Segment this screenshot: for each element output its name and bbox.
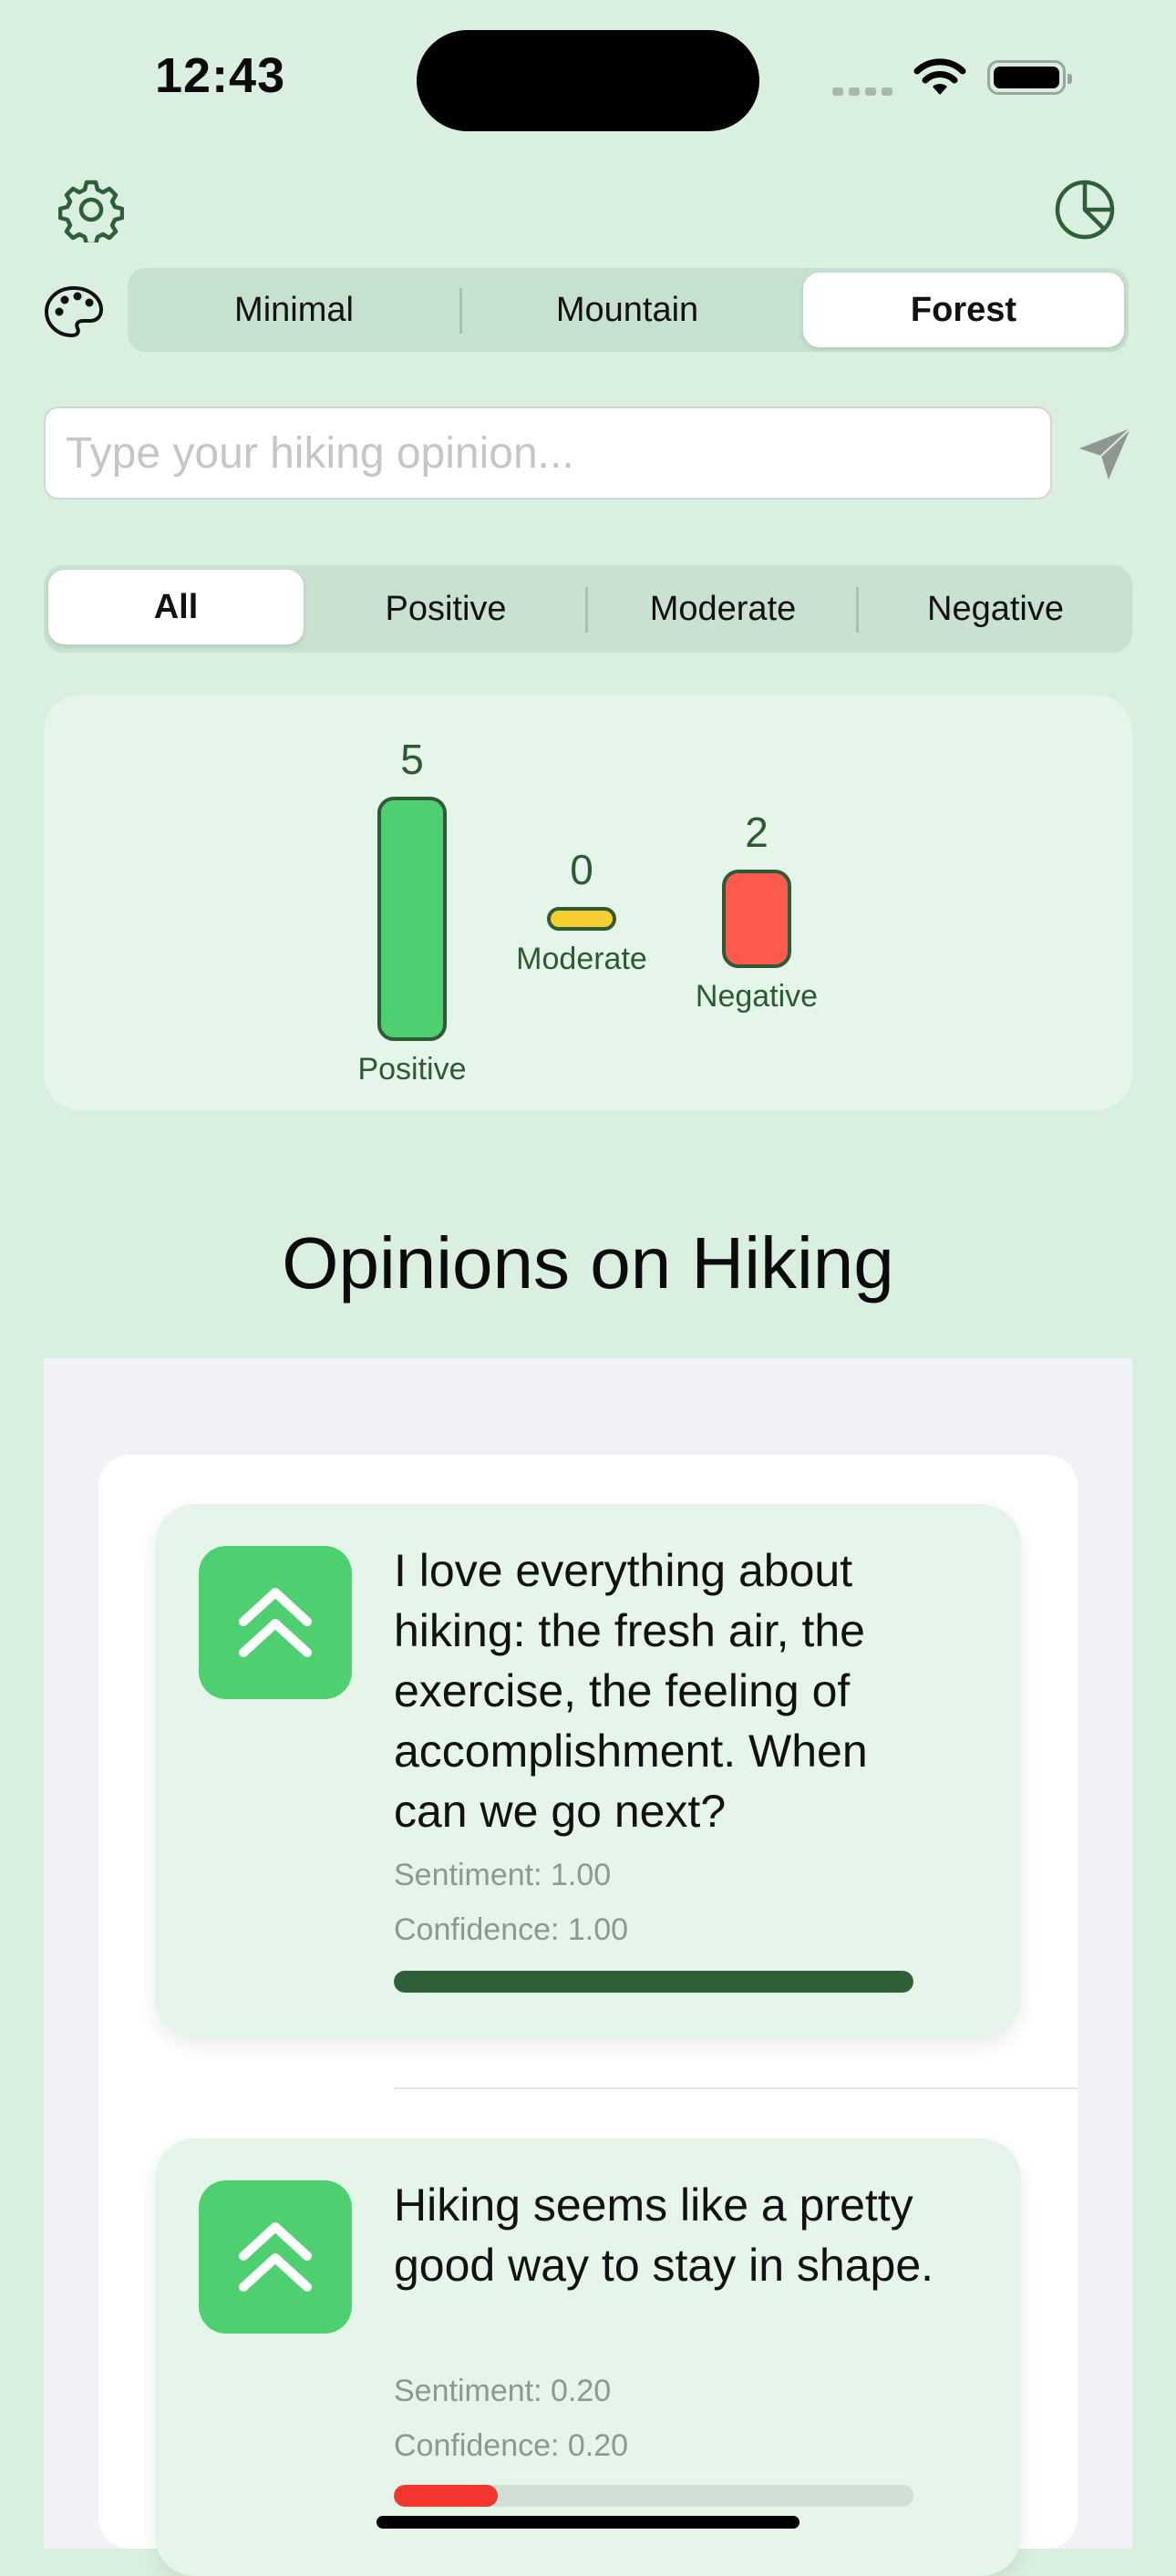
theme-option-minimal[interactable]: Minimal [128, 268, 460, 352]
opinion-card[interactable]: Hiking seems like a pretty good way to s… [155, 2138, 1021, 2576]
battery-icon [987, 60, 1072, 95]
filter-option-moderate[interactable]: Moderate [588, 565, 858, 653]
bar-positive [377, 797, 447, 1041]
pie-chart-icon[interactable] [1048, 173, 1121, 246]
theme-option-forest[interactable]: Forest [803, 273, 1124, 347]
send-icon[interactable] [1072, 421, 1138, 487]
theme-option-mountain[interactable]: Mountain [461, 268, 793, 352]
sentiment-score: Sentiment: 1.00 [394, 1858, 612, 1892]
confidence-score: Confidence: 1.00 [394, 1912, 629, 1947]
confidence-progress-bar [394, 1971, 913, 1993]
filter-segmented-control: All Positive Moderate Negative [44, 565, 1132, 653]
cellular-signal-icon [832, 84, 898, 100]
theme-segmented-control: Minimal Mountain Forest [128, 268, 1129, 352]
chevron-double-up-icon [199, 2180, 352, 2334]
dynamic-island [417, 30, 759, 131]
filter-option-negative[interactable]: Negative [859, 565, 1132, 653]
opinion-card[interactable]: I love everything about hiking: the fres… [155, 1504, 1021, 2038]
gear-icon[interactable] [55, 173, 128, 246]
filter-option-positive[interactable]: Positive [315, 565, 577, 653]
opinion-text: Hiking seems like a pretty good way to s… [394, 2179, 934, 2291]
confidence-progress-fill [394, 1971, 913, 1993]
bar-moderate [547, 907, 616, 931]
bar-value-moderate: 0 [570, 846, 593, 893]
bar-value-positive: 5 [400, 736, 424, 783]
opinion-input-container [44, 407, 1052, 500]
sentiment-score: Sentiment: 0.20 [394, 2374, 612, 2408]
bar-label-moderate: Moderate [516, 942, 647, 976]
confidence-progress-bar [394, 2485, 913, 2507]
bar-label-positive: Positive [357, 1052, 467, 1087]
bar-label-negative: Negative [695, 978, 819, 1014]
confidence-progress-fill [394, 2485, 498, 2507]
bar-negative [722, 870, 791, 968]
opinion-input[interactable] [46, 408, 1050, 498]
status-time: 12:43 [155, 48, 286, 103]
filter-option-all[interactable]: All [48, 570, 304, 644]
bar-value-negative: 2 [745, 809, 769, 857]
palette-icon[interactable] [41, 279, 107, 345]
list-row-divider [394, 2087, 1078, 2089]
sentiment-chart-card: 5 Positive 0 Moderate 2 Negative [44, 695, 1132, 1110]
home-indicator [377, 2516, 799, 2529]
chevron-double-up-icon [199, 1546, 352, 1699]
section-title: Opinions on Hiking [282, 1222, 894, 1303]
confidence-score: Confidence: 0.20 [394, 2428, 629, 2463]
opinion-text: I love everything about hiking: the fres… [394, 1545, 868, 1837]
wifi-icon [913, 58, 967, 103]
